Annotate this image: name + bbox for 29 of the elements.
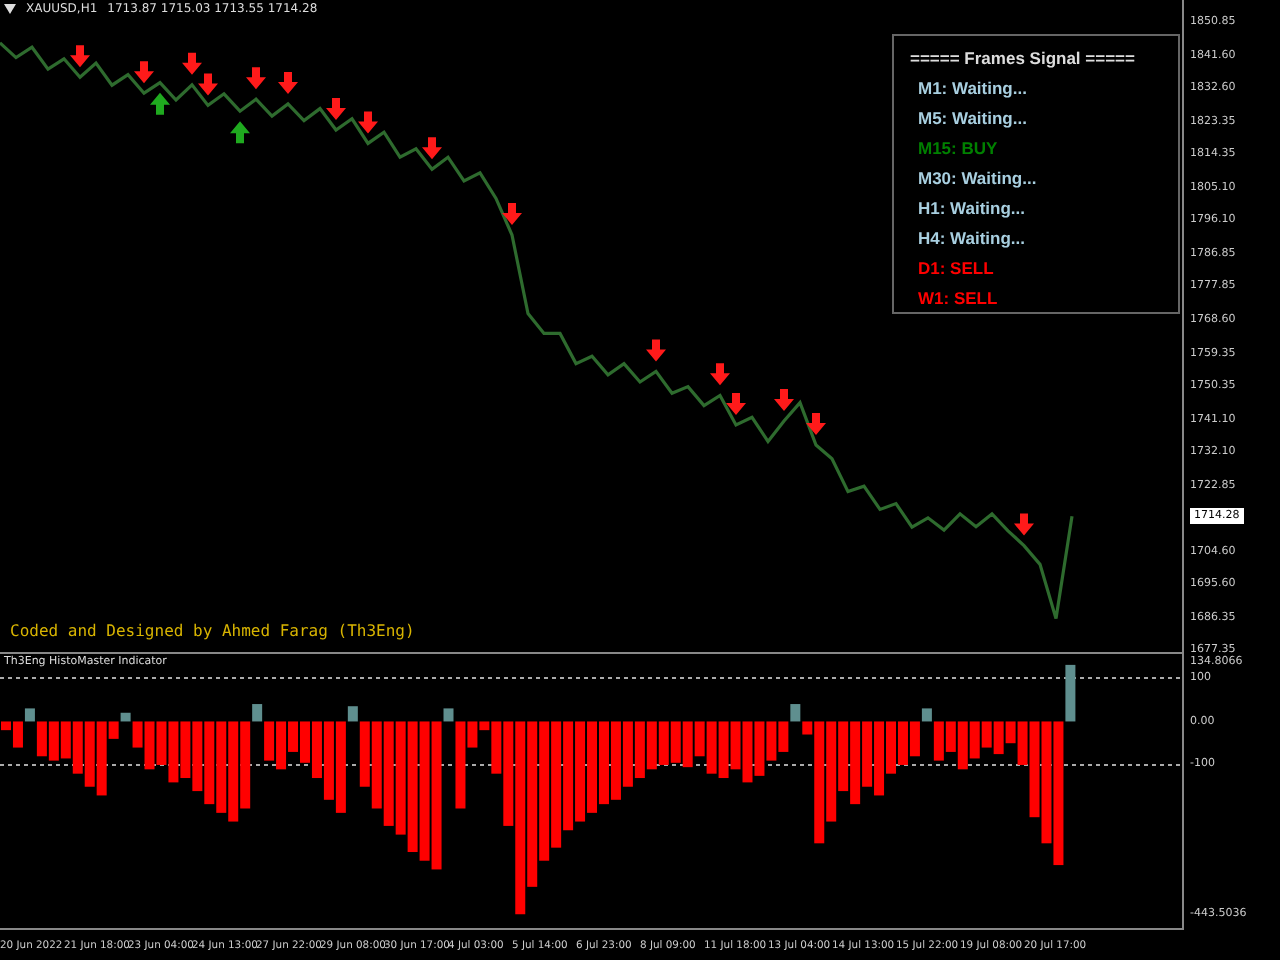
up-arrow-icon	[230, 121, 250, 144]
triangle-icon[interactable]	[4, 4, 16, 14]
down-arrow-icon	[646, 339, 666, 362]
down-arrow-icon	[422, 137, 442, 160]
down-arrow-icon	[774, 389, 794, 412]
down-arrow-icon	[326, 98, 346, 121]
signal-line: M5: Waiting...	[918, 108, 1027, 132]
down-arrow-icon	[806, 412, 826, 435]
credit-text: Coded and Designed by Ahmed Farag (Th3Eng)	[10, 622, 415, 640]
down-arrow-icon	[246, 67, 266, 90]
down-arrow-icon	[710, 363, 730, 386]
panel-title: ===== Frames Signal =====	[910, 48, 1135, 70]
down-arrow-icon	[198, 73, 218, 96]
down-arrow-icon	[726, 393, 746, 416]
down-arrow-icon	[70, 45, 90, 68]
down-arrow-icon	[182, 52, 202, 75]
down-arrow-icon	[134, 61, 154, 84]
down-arrow-icon	[502, 203, 522, 225]
down-arrow-icon	[278, 72, 298, 94]
signal-line: H1: Waiting...	[918, 198, 1026, 222]
signal-line: H4: Waiting...	[918, 228, 1026, 252]
signal-line: M15: BUY	[918, 138, 998, 162]
signal-line: M1: Waiting...	[918, 78, 1027, 102]
signal-line: D1: SELL	[918, 258, 994, 282]
down-arrow-icon	[1014, 513, 1034, 536]
signal-line: M30: Waiting...	[918, 168, 1037, 192]
up-arrow-icon	[150, 92, 170, 115]
signal-line: W1: SELL	[918, 288, 998, 312]
down-arrow-icon	[358, 111, 378, 134]
